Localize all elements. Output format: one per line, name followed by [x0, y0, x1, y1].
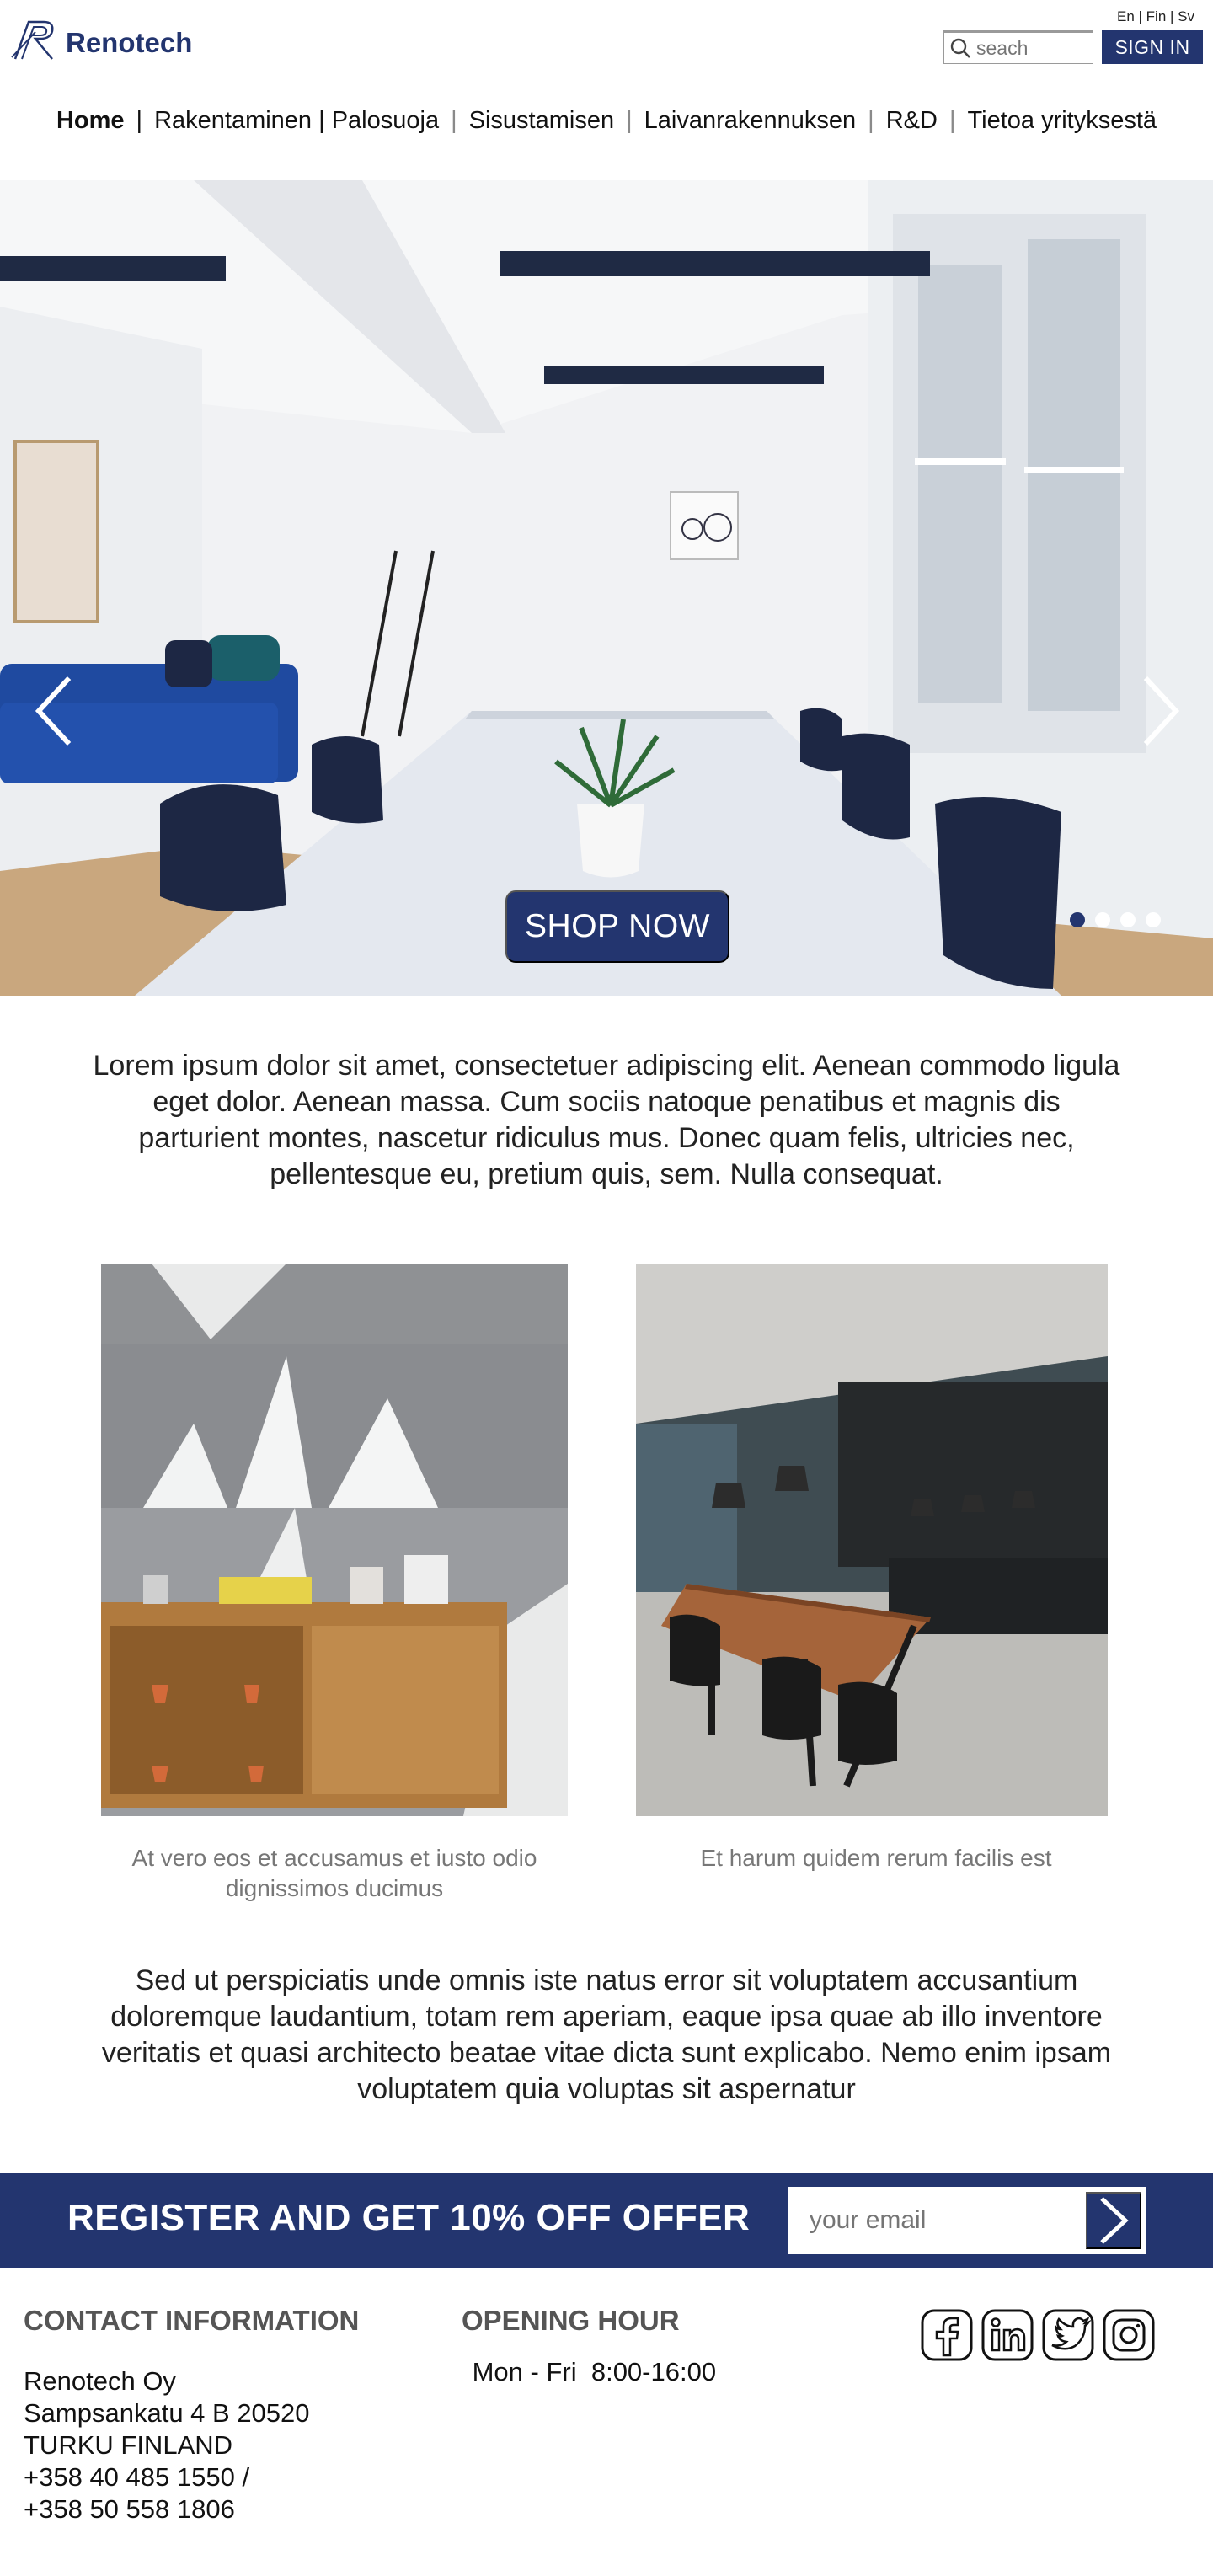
carousel-dot[interactable] — [1146, 912, 1161, 927]
search-icon[interactable] — [944, 33, 976, 63]
city-line: TURKU FINLAND — [24, 2430, 233, 2460]
chevron-left-icon — [35, 676, 72, 746]
card-image-sideboard[interactable] — [101, 1264, 568, 1816]
carousel-dot[interactable] — [1095, 912, 1110, 927]
address-line: Sampsankatu 4 B 20520 — [24, 2398, 310, 2428]
company-name: Renotech Oy — [24, 2366, 176, 2396]
carousel-dots — [1070, 912, 1161, 927]
main-nav: Home | Rakentaminen | Palosuoja | Sisust… — [0, 99, 1213, 142]
nav-separator: | — [868, 106, 874, 134]
sideboard-photo — [101, 1264, 568, 1816]
nav-separator: | — [948, 106, 956, 134]
card-image-kitchen[interactable] — [636, 1264, 1108, 1816]
nav-separator: | — [136, 106, 143, 134]
opening-hours: Mon - Fri 8:00-16:00 — [465, 2357, 717, 2386]
carousel-prev-arrow[interactable] — [24, 660, 83, 762]
carousel-dot[interactable] — [1070, 912, 1085, 927]
chevron-right-icon — [1143, 676, 1180, 746]
nav-item-rnd[interactable]: R&D — [886, 107, 938, 135]
search-box[interactable] — [943, 30, 1093, 64]
body-text: Sed ut perspiciatis unde omnis iste natu… — [101, 1964, 1112, 2105]
register-title: REGISTER AND GET 10% OFF OFFER — [67, 2197, 751, 2238]
email-input[interactable] — [810, 2202, 1062, 2239]
contact-heading: CONTACT INFORMATION — [24, 2305, 360, 2336]
card-caption: At vero eos et accusamus et iusto odio d… — [131, 1845, 537, 1901]
renotech-logo-icon — [11, 20, 54, 60]
search-input[interactable] — [976, 36, 1086, 60]
card-caption: Et harum quidem rerum facilis est — [700, 1845, 1052, 1871]
instagram-icon[interactable] — [1102, 2308, 1156, 2362]
facebook-icon[interactable] — [920, 2308, 974, 2362]
submit-email-button[interactable] — [1086, 2192, 1141, 2249]
register-banner: REGISTER AND GET 10% OFF OFFER — [0, 2173, 1213, 2268]
nav-item-sisustamisen[interactable]: Sisustamisen — [469, 107, 614, 135]
intro-text: Lorem ipsum dolor sit amet, consectetuer… — [93, 1050, 1120, 1190]
sign-in-button[interactable]: SIGN IN — [1102, 30, 1203, 64]
nav-item-tietoa[interactable]: Tietoa yrityksestä — [968, 107, 1157, 135]
logo[interactable]: Renotech — [10, 17, 192, 61]
social-links — [920, 2308, 1156, 2362]
nav-item-home[interactable]: Home — [56, 107, 125, 135]
hero-image — [0, 180, 1213, 996]
hero-carousel — [0, 180, 1213, 996]
nav-separator: | — [626, 106, 633, 134]
chevron-right-icon — [1100, 2197, 1129, 2244]
contact-info: Renotech Oy Sampsankatu 4 B 20520 TURKU … — [24, 2365, 310, 2525]
hours-heading: OPENING HOUR — [462, 2305, 680, 2336]
email-field-wrapper — [788, 2187, 1146, 2254]
phone-line[interactable]: +358 40 485 1550 / — [24, 2461, 310, 2493]
twitter-icon[interactable] — [1041, 2308, 1095, 2362]
carousel-next-arrow[interactable] — [1132, 660, 1191, 762]
logo-text: Renotech — [66, 27, 193, 58]
phone-line[interactable]: +358 50 558 1806 — [24, 2493, 310, 2525]
carousel-dot[interactable] — [1120, 912, 1136, 927]
shop-now-button[interactable]: SHOP NOW — [505, 890, 729, 963]
kitchen-photo — [636, 1264, 1108, 1816]
nav-item-laivanrakennuksen[interactable]: Laivanrakennuksen — [644, 107, 857, 135]
linkedin-icon[interactable] — [981, 2308, 1034, 2362]
nav-item-rakentaminen[interactable]: Rakentaminen | Palosuoja — [154, 107, 439, 135]
nav-separator: | — [451, 106, 457, 134]
language-switcher[interactable]: En | Fin | Sv — [1117, 8, 1194, 25]
